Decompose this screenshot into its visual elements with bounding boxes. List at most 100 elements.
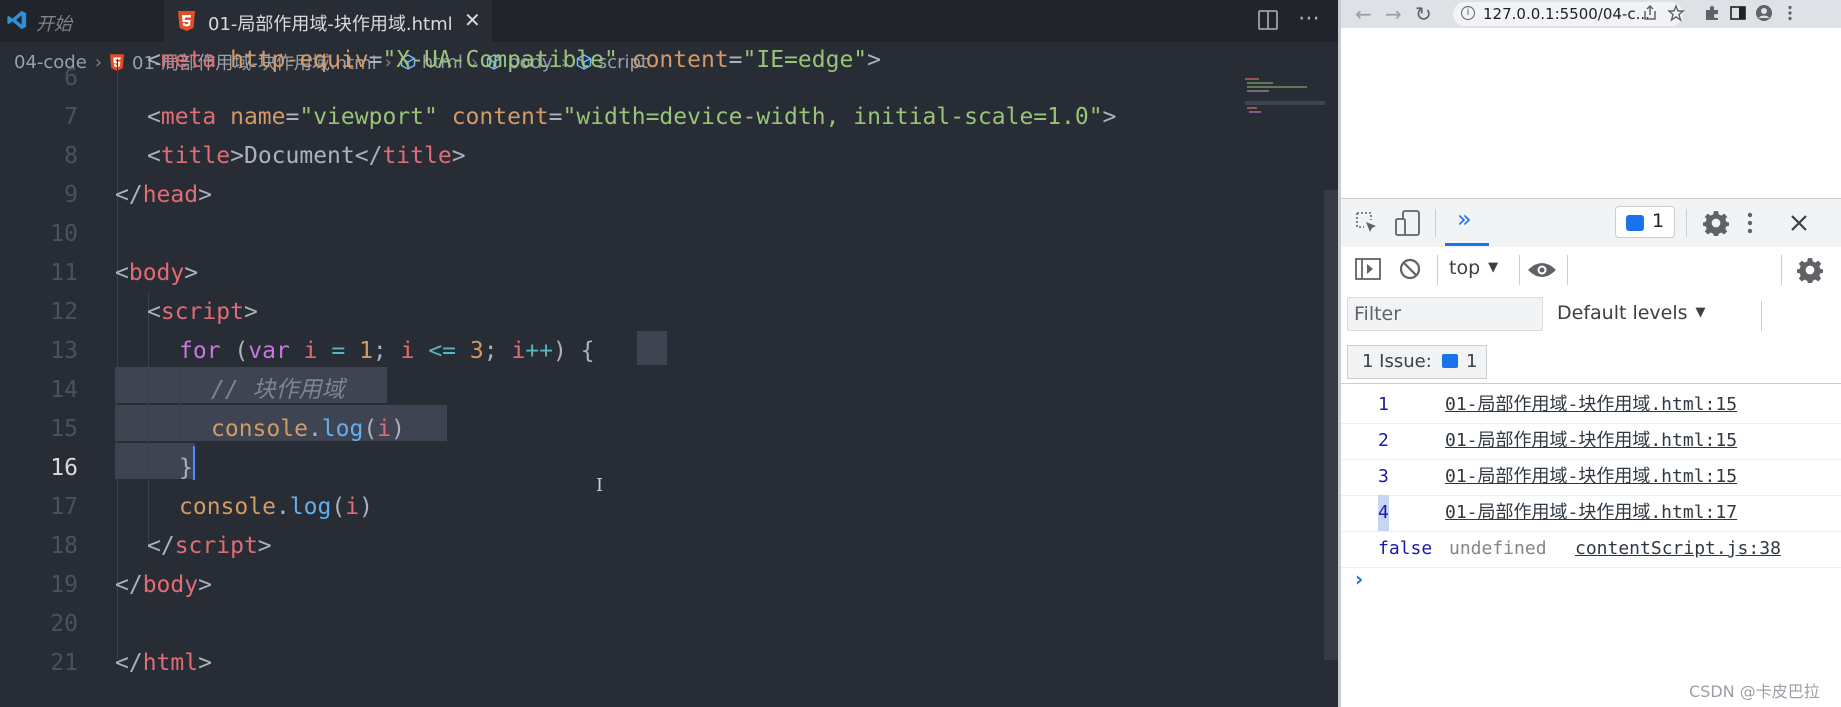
toolbar-divider	[1437, 255, 1438, 285]
console-source-link[interactable]: 01-局部作用域-块作用域.html:17	[1445, 495, 1737, 531]
console-filter-bar: Filter Default levels ▼	[1341, 293, 1841, 341]
console-value: 1	[1378, 394, 1389, 415]
issues-bar: 1 Issue: 1	[1341, 341, 1841, 384]
toolbar-divider	[1781, 255, 1782, 285]
console-message: 2 01-局部作用域-块作用域.html:15	[1341, 423, 1841, 460]
line-number: 11	[50, 260, 78, 286]
code-line-19: </body>	[115, 572, 212, 598]
code-line-13: for (var i = 1; i <= 3; i++) {	[179, 338, 595, 364]
more-options-icon[interactable]	[1745, 211, 1755, 235]
address-url: 127.0.0.1:5500/04-c...	[1483, 5, 1650, 23]
code-line-18: </script>	[147, 533, 272, 559]
issues-chip[interactable]: 1 Issue: 1	[1347, 345, 1487, 379]
line-number: 19	[50, 572, 78, 598]
console-value: 2	[1378, 430, 1389, 451]
console-message: 1 01-局部作用域-块作用域.html:15	[1341, 387, 1841, 424]
code-line-15: console.log(i)	[211, 416, 405, 442]
code-editor[interactable]: 开始 01-局部作用域-块作用域.html ✕ ⋯ 04-code › 01-局…	[0, 0, 1338, 707]
tab-active-file[interactable]: 01-局部作用域-块作用域.html ✕	[164, 0, 492, 42]
code-line-21: </html>	[115, 650, 212, 676]
more-actions-icon[interactable]: ⋯	[1298, 6, 1321, 31]
extensions-icon[interactable]	[1703, 4, 1721, 22]
site-info-icon[interactable]: i	[1461, 6, 1475, 20]
issue-message-icon	[1442, 354, 1458, 368]
tab-start[interactable]: 开始	[0, 0, 164, 42]
split-editor-icon[interactable]	[1258, 10, 1278, 30]
console-source-link[interactable]: contentScript.js:38	[1575, 531, 1781, 567]
more-tabs-icon[interactable]: »	[1457, 205, 1472, 233]
toolbar-divider	[1435, 209, 1436, 237]
vscode-icon	[7, 10, 27, 30]
editor-tab-bar: 开始 01-局部作用域-块作用域.html ✕ ⋯	[0, 0, 1338, 42]
line-number: 12	[50, 299, 78, 325]
back-icon[interactable]: ←	[1355, 2, 1372, 26]
filter-input[interactable]: Filter	[1347, 297, 1543, 331]
log-levels-dropdown[interactable]: Default levels ▼	[1557, 302, 1706, 324]
dropdown-arrow-icon: ▼	[1695, 305, 1706, 320]
console-settings-gear-icon[interactable]	[1797, 257, 1823, 283]
toolbar-divider	[1519, 255, 1520, 285]
console-value: 4	[1378, 495, 1389, 531]
code-line-7: <meta name="viewport" content="width=dev…	[147, 104, 1117, 130]
issues-chip-label: 1 Issue:	[1362, 351, 1432, 372]
issue-message-icon	[1626, 215, 1644, 231]
indent-guide	[180, 370, 181, 440]
close-devtools-icon[interactable]	[1789, 213, 1809, 233]
text-cursor	[193, 446, 195, 480]
console-source-link[interactable]: 01-局部作用域-块作用域.html:15	[1445, 423, 1737, 459]
code-line-9: </head>	[115, 182, 212, 208]
log-levels-label: Default levels	[1557, 302, 1688, 324]
line-number: 14	[50, 377, 78, 403]
console-message: false undefined contentScript.js:38	[1341, 531, 1841, 568]
issues-chip-count: 1	[1466, 351, 1478, 372]
breadcrumb-separator: ›	[94, 51, 103, 73]
sidebar-toggle-icon[interactable]	[1355, 257, 1381, 281]
clear-console-icon[interactable]	[1399, 258, 1421, 280]
minimap[interactable]	[1245, 76, 1325, 116]
browser-window: ← → ↻ i 127.0.0.1:5500/04-c... » 1 top ▼…	[1338, 0, 1841, 707]
live-expression-eye-icon[interactable]	[1527, 260, 1557, 280]
issues-badge[interactable]: 1	[1615, 206, 1675, 238]
side-panel-icon[interactable]	[1729, 4, 1747, 22]
inspect-element-icon[interactable]	[1355, 211, 1379, 235]
console-source-link[interactable]: 01-局部作用域-块作用域.html:15	[1445, 387, 1737, 423]
settings-gear-icon[interactable]	[1703, 210, 1729, 236]
context-selector[interactable]: top ▼	[1449, 257, 1498, 279]
console-source-link[interactable]: 01-局部作用域-块作用域.html:15	[1445, 459, 1737, 495]
line-number: 10	[50, 221, 78, 247]
profile-icon[interactable]	[1755, 4, 1773, 22]
code-line-11: <body>	[115, 260, 199, 286]
line-number: 18	[50, 533, 78, 559]
code-area[interactable]: <meta http-equiv="X-UA-Compatible" conte…	[115, 47, 1116, 676]
code-line-14: // 块作用域	[211, 377, 345, 403]
console-prompt[interactable]: ›	[1355, 567, 1363, 591]
mouse-ibeam-cursor: I	[596, 475, 604, 496]
selection-highlight	[637, 331, 667, 365]
dropdown-arrow-icon: ▼	[1488, 260, 1499, 275]
context-selector-label: top	[1449, 257, 1481, 279]
forward-icon[interactable]: →	[1385, 2, 1402, 26]
bookmark-star-icon[interactable]	[1667, 4, 1685, 22]
active-tab-indicator	[1445, 243, 1489, 246]
line-number: 13	[50, 338, 78, 364]
code-line-17: console.log(i)	[179, 494, 373, 520]
reload-icon[interactable]: ↻	[1415, 2, 1432, 26]
close-icon[interactable]: ✕	[464, 10, 481, 30]
menu-dots-icon[interactable]	[1781, 4, 1799, 22]
console-undefined: undefined	[1449, 538, 1547, 559]
browser-toolbar: ← → ↻ i 127.0.0.1:5500/04-c...	[1341, 0, 1841, 28]
device-toolbar-icon[interactable]	[1395, 209, 1421, 237]
line-number: 7	[64, 104, 78, 130]
line-number: 9	[64, 182, 78, 208]
code-line-12: <script>	[147, 299, 258, 325]
editor-scrollbar[interactable]	[1324, 190, 1338, 660]
toolbar-divider	[1761, 301, 1762, 331]
line-number: 21	[50, 650, 78, 676]
console-boolean: false	[1378, 538, 1433, 559]
console-message: 3 01-局部作用域-块作用域.html:15	[1341, 459, 1841, 496]
console-toolbar: top ▼	[1341, 247, 1841, 294]
share-icon[interactable]	[1641, 4, 1659, 22]
line-number: 15	[50, 416, 78, 442]
console-value: 3	[1378, 466, 1389, 487]
devtools-toolbar: » 1	[1341, 198, 1841, 248]
